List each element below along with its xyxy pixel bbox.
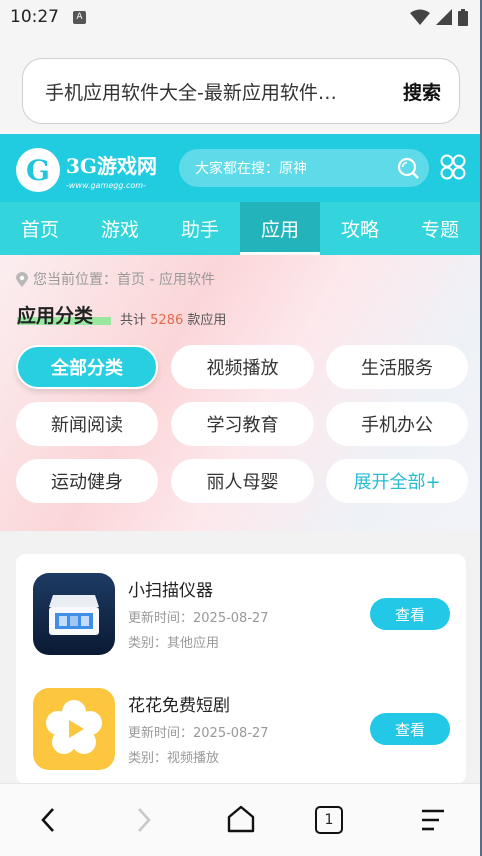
- chip-expand-all[interactable]: 展开全部+: [326, 459, 468, 503]
- flower-app-icon: [33, 688, 115, 770]
- home-icon[interactable]: [226, 804, 256, 834]
- app-list: 小扫描仪器 更新时间：2025-08-27 类别：其他应用 查看 花花免费短剧 …: [16, 554, 466, 784]
- logo-url: -www.gamegg.com-: [66, 181, 146, 190]
- category-count: 共计 5286 款应用: [120, 309, 226, 328]
- address-bar-text[interactable]: 手机应用软件大全-最新应用软件…: [45, 78, 383, 105]
- logo-mark: G: [16, 148, 60, 192]
- site-search-input[interactable]: 大家都在搜：原神: [179, 149, 429, 187]
- app-name[interactable]: 花花免费短剧: [128, 691, 230, 716]
- back-icon[interactable]: [38, 806, 58, 834]
- app-name[interactable]: 小扫描仪器: [128, 576, 213, 601]
- location-pin-icon: [16, 271, 28, 287]
- nav-item-home[interactable]: 首页: [0, 202, 80, 255]
- nav-item-assistant[interactable]: 助手: [160, 202, 240, 255]
- category-title: 应用分类: [17, 305, 94, 327]
- chip-beauty-baby[interactable]: 丽人母婴: [171, 459, 314, 503]
- chip-mobile-office[interactable]: 手机办公: [326, 402, 468, 446]
- chip-all-categories[interactable]: 全部分类: [16, 345, 158, 389]
- browser-toolbar: 手机应用软件大全-最新应用软件… 搜索: [0, 34, 482, 134]
- main-nav: 首页 游戏 助手 应用 攻略 专题: [0, 202, 480, 255]
- browser-bottom-bar: 1: [0, 783, 482, 856]
- app-updated: 更新时间：2025-08-27: [128, 611, 269, 626]
- address-bar[interactable]: 手机应用软件大全-最新应用软件… 搜索: [22, 58, 460, 124]
- app-category: 类别：其他应用: [128, 636, 220, 651]
- tab-count: 1: [324, 812, 334, 828]
- app-updated: 更新时间：2025-08-27: [128, 726, 269, 741]
- list-item[interactable]: 花花免费短剧 更新时间：2025-08-27 类别：视频播放 查看: [16, 669, 466, 779]
- chip-sports-fitness[interactable]: 运动健身: [16, 459, 158, 503]
- chip-video-playback[interactable]: 视频播放: [171, 345, 314, 389]
- count-number: 5286: [150, 313, 184, 328]
- count-prefix: 共计: [120, 313, 147, 328]
- category-section: 您当前位置：首页 - 应用软件 应用分类 共计 5286 款应用 全部分类 视频…: [0, 255, 480, 531]
- view-button[interactable]: 查看: [370, 598, 450, 630]
- scanner-app-icon: [33, 573, 115, 655]
- breadcrumb-text: 您当前位置：首页 - 应用软件: [33, 272, 215, 288]
- menu-icon[interactable]: [420, 808, 446, 832]
- count-suffix: 款应用: [187, 313, 227, 328]
- chip-life-services[interactable]: 生活服务: [326, 345, 468, 389]
- chip-news-reading[interactable]: 新闻阅读: [16, 402, 158, 446]
- signal-icon: [436, 9, 452, 25]
- notification-icon: A: [73, 10, 86, 24]
- site-logo[interactable]: G 3G游戏网 -www.gamegg.com-: [16, 148, 157, 192]
- site-header: G 3G游戏网 -www.gamegg.com- 大家都在搜：原神: [0, 134, 480, 202]
- app-category: 类别：视频播放: [128, 751, 220, 766]
- chip-education[interactable]: 学习教育: [171, 402, 314, 446]
- search-button[interactable]: 搜索: [403, 78, 441, 105]
- nav-item-topics[interactable]: 专题: [400, 202, 480, 255]
- nav-item-apps[interactable]: 应用: [240, 202, 320, 255]
- forward-icon[interactable]: [134, 806, 154, 834]
- wifi-icon: [410, 9, 430, 25]
- nav-item-games[interactable]: 游戏: [80, 202, 160, 255]
- breadcrumb: 您当前位置：首页 - 应用软件: [16, 269, 215, 289]
- battery-icon: [458, 8, 468, 26]
- status-time: 10:27: [10, 7, 59, 27]
- menu-grid-icon[interactable]: [440, 154, 466, 180]
- status-bar: 10:27 A: [0, 0, 482, 34]
- list-item[interactable]: 小扫描仪器 更新时间：2025-08-27 类别：其他应用 查看: [16, 554, 466, 664]
- tabs-button[interactable]: 1: [315, 806, 343, 834]
- nav-item-guides[interactable]: 攻略: [320, 202, 400, 255]
- site-search-placeholder: 大家都在搜：原神: [195, 161, 307, 177]
- search-icon[interactable]: [397, 157, 419, 179]
- view-button[interactable]: 查看: [370, 713, 450, 745]
- logo-name: 3G游戏网: [66, 154, 157, 178]
